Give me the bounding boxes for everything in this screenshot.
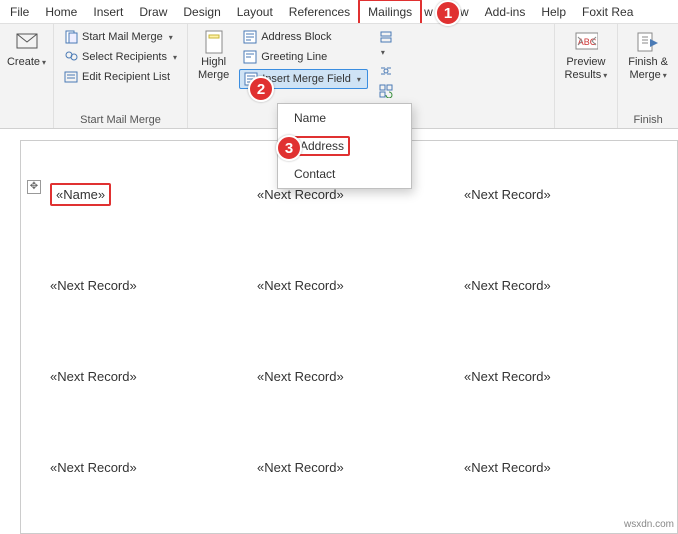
document-icon [64,30,78,44]
group-start-label: Start Mail Merge [60,112,181,126]
highlight-icon [202,30,226,54]
rules-icon [379,30,393,44]
tab-file[interactable]: File [2,1,37,23]
people-icon [64,50,78,64]
cell-1-1[interactable]: «Name» [46,181,253,272]
tab-design[interactable]: Design [175,1,228,23]
tab-references[interactable]: References [281,1,358,23]
preview-icon: ABC [574,30,598,54]
group-preview: ABC PreviewResults▾ [555,24,619,128]
tab-addins[interactable]: Add-ins [477,1,534,23]
menu-bar: File Home Insert Draw Design Layout Refe… [0,0,678,24]
group-start-mail-merge: Start Mail Merge▾ Select Recipients▾ Edi… [54,24,188,128]
cell-4-1[interactable]: «Next Record» [46,454,253,534]
dropdown-item-name[interactable]: Name [278,104,411,132]
group-create: Create▾ [0,24,54,128]
highlight-merge-fields-button[interactable]: HighlMerge [194,28,233,84]
tab-insert[interactable]: Insert [85,1,131,23]
list-edit-icon [64,70,78,84]
cell-3-2[interactable]: «Next Record» [253,363,460,454]
table-move-handle[interactable]: ✥ [27,180,41,194]
preview-results-button[interactable]: ABC PreviewResults▾ [561,28,612,84]
group-finish: Finish &Merge▾ Finish [618,24,678,128]
label-table: «Name» «Next Record» «Next Record» «Next… [46,181,667,534]
document-area: «Name» «Next Record» «Next Record» «Next… [20,140,678,534]
update-labels-button[interactable] [376,82,396,100]
create-label: Create▾ [7,56,46,69]
cell-1-2[interactable]: «Next Record» [253,181,460,272]
cell-1-3[interactable]: «Next Record» [460,181,667,272]
start-mail-merge-button[interactable]: Start Mail Merge▾ [60,28,181,46]
cell-2-3[interactable]: «Next Record» [460,272,667,363]
group-preview-label [561,112,612,126]
address-block-label: Address Block [261,31,331,43]
chevron-down-icon: ▾ [357,75,361,84]
create-button[interactable]: Create▾ [3,28,50,71]
cell-3-1[interactable]: «Next Record» [46,363,253,454]
tab-mailings[interactable]: Mailings [358,0,422,24]
address-block-icon [243,30,257,44]
tab-home[interactable]: Home [37,1,85,23]
tab-foxit[interactable]: Foxit Rea [574,1,641,23]
address-block-button[interactable]: Address Block [239,28,368,46]
greeting-line-label: Greeting Line [261,51,327,63]
tab-help[interactable]: Help [533,1,574,23]
match-fields-icon [379,64,393,78]
highlight-label: HighlMerge [198,56,229,82]
finish-label: Finish &Merge▾ [628,56,668,82]
envelope-icon [15,30,39,54]
group-finish-label: Finish [624,112,672,126]
cell-4-2[interactable]: «Next Record» [253,454,460,534]
select-recipients-button[interactable]: Select Recipients▾ [60,48,181,66]
dropdown-item-contact[interactable]: Contact [278,160,411,188]
tab-extra: w [422,1,435,23]
start-mail-merge-label: Start Mail Merge [82,31,163,43]
cell-3-3[interactable]: «Next Record» [460,363,667,454]
edit-recipient-label: Edit Recipient List [82,71,170,83]
preview-label: PreviewResults▾ [565,56,608,82]
greeting-line-button[interactable]: Greeting Line [239,48,368,66]
insert-merge-field-label: Insert Merge Field [262,73,351,85]
finish-merge-button[interactable]: Finish &Merge▾ [624,28,672,84]
greeting-line-icon [243,50,257,64]
tab-layout[interactable]: Layout [229,1,281,23]
edit-recipient-list-button[interactable]: Edit Recipient List [60,68,181,86]
callout-1: 1 [435,0,461,26]
tab-draw[interactable]: Draw [131,1,175,23]
group-create-label [6,112,47,126]
rules-button[interactable]: ▾ [376,28,396,60]
watermark: wsxdn.com [624,519,674,530]
select-recipients-label: Select Recipients [82,51,167,63]
finish-icon [636,30,660,54]
cell-2-2[interactable]: «Next Record» [253,272,460,363]
callout-3: 3 [276,135,302,161]
update-labels-icon [379,84,393,98]
callout-2: 2 [248,76,274,102]
match-fields-button[interactable] [376,62,396,80]
cell-2-1[interactable]: «Next Record» [46,272,253,363]
